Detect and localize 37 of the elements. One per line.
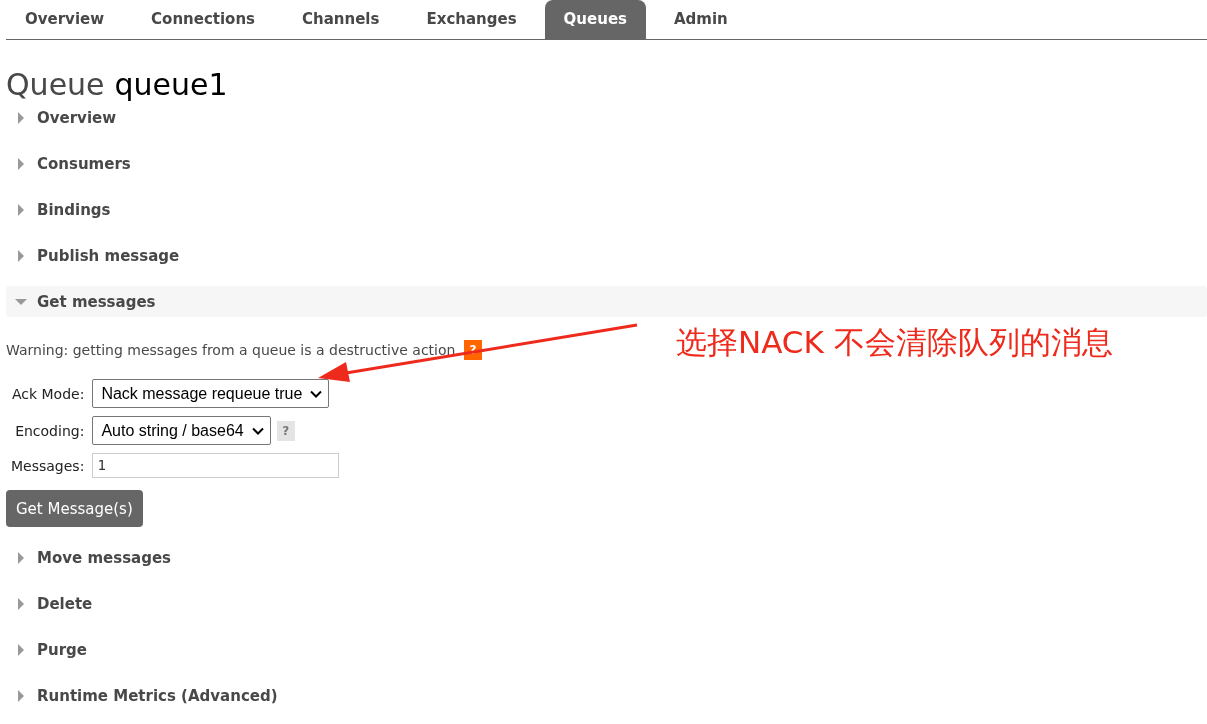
section-header[interactable]: Consumers: [6, 148, 1207, 179]
page-title: Queue: [6, 68, 105, 102]
caret-right-icon: [15, 643, 27, 656]
caret-right-icon: [15, 157, 27, 170]
section-header[interactable]: Purge: [6, 634, 1207, 665]
field-label: Ack Mode:: [11, 385, 85, 402]
caret-right-icon: [15, 249, 27, 262]
get-messages-button[interactable]: Get Message(s): [6, 490, 143, 527]
caret-right-icon: [15, 551, 27, 564]
caret-right-icon: [15, 597, 27, 610]
nav-tab[interactable]: Channels: [283, 0, 399, 39]
dropdown[interactable]: Nack message requeue true: [92, 379, 330, 408]
queue-name: queue1: [114, 68, 228, 102]
nav-tab[interactable]: Exchanges: [407, 0, 536, 39]
field-label: Encoding:: [14, 422, 85, 439]
section-header[interactable]: Move messages: [6, 542, 1207, 573]
section-header[interactable]: Overview: [6, 102, 1207, 133]
chevron-icon: [251, 426, 264, 435]
nav-tab[interactable]: Overview: [6, 0, 124, 39]
help-button[interactable]: ?: [276, 420, 295, 441]
warning-text: Warning: getting messages from a queue is a destructive action.: [6, 342, 460, 358]
field-label: Messages:: [11, 457, 85, 474]
input-field[interactable]: 1: [92, 453, 340, 478]
caret-right-icon: [15, 689, 27, 702]
section-header[interactable]: Delete: [6, 588, 1207, 619]
caret-right-icon: [15, 203, 27, 216]
nav-tab[interactable]: Connections: [132, 0, 275, 39]
section-header[interactable]: Runtime Metrics (Advanced): [6, 680, 1207, 711]
section-header[interactable]: Publish message: [6, 240, 1207, 271]
caret-right-icon: [15, 111, 27, 124]
nav-tab[interactable]: Admin: [655, 0, 747, 39]
section-header[interactable]: Get messages: [6, 286, 1207, 317]
section-header[interactable]: Bindings: [6, 194, 1207, 225]
annotation-text: 选择NACK 不会清除队列的消息: [676, 323, 1113, 362]
chevron-icon: [310, 389, 323, 398]
dropdown[interactable]: Auto string / base64: [92, 416, 271, 445]
nav-tab[interactable]: Queues: [544, 0, 646, 39]
